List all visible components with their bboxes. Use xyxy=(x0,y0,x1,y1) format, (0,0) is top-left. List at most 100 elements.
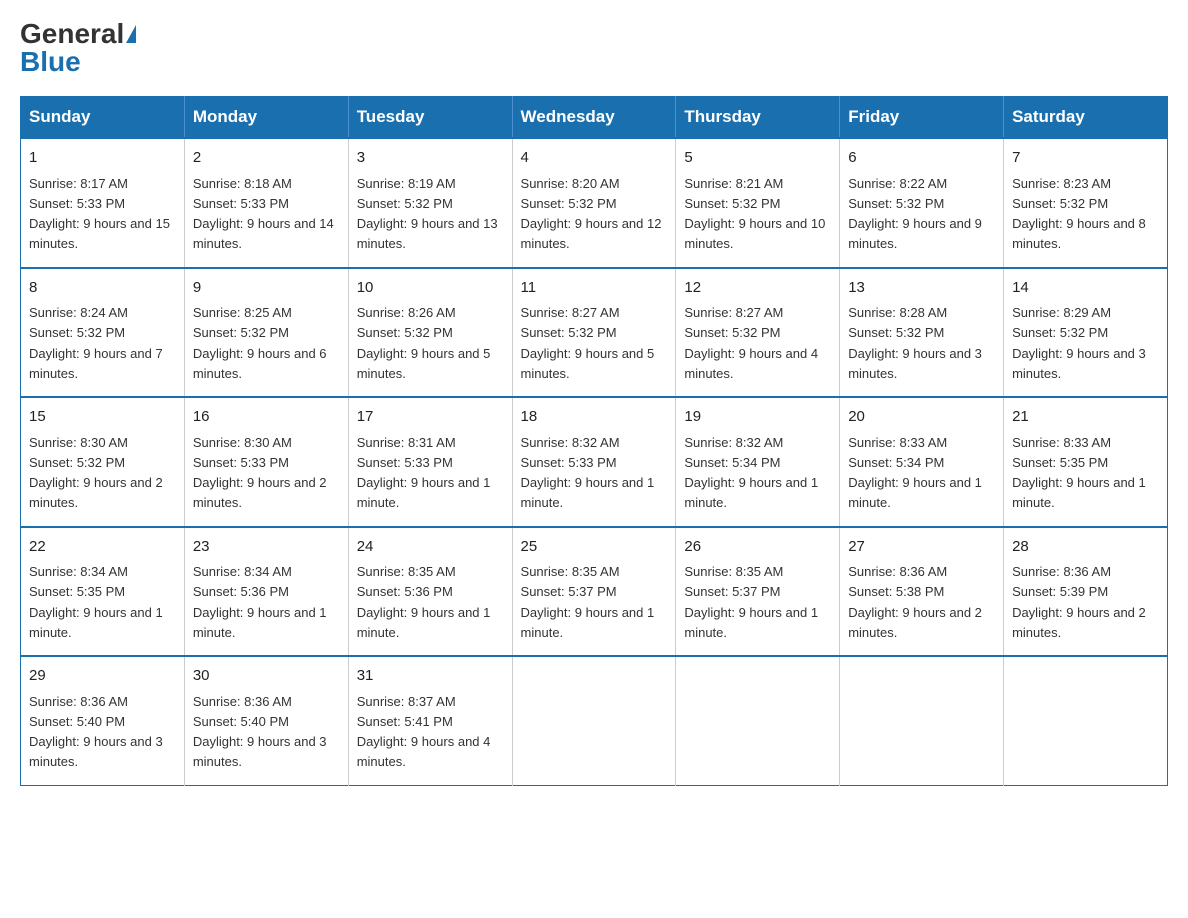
day-number: 12 xyxy=(684,277,831,300)
day-number: 25 xyxy=(521,536,668,559)
day-info: Sunrise: 8:18 AMSunset: 5:33 PMDaylight:… xyxy=(193,176,334,252)
day-number: 23 xyxy=(193,536,340,559)
calendar-cell xyxy=(1004,656,1168,785)
day-number: 16 xyxy=(193,406,340,429)
calendar-cell: 19 Sunrise: 8:32 AMSunset: 5:34 PMDaylig… xyxy=(676,397,840,527)
calendar-cell: 12 Sunrise: 8:27 AMSunset: 5:32 PMDaylig… xyxy=(676,268,840,398)
calendar-cell: 4 Sunrise: 8:20 AMSunset: 5:32 PMDayligh… xyxy=(512,138,676,268)
calendar-week-row: 1 Sunrise: 8:17 AMSunset: 5:33 PMDayligh… xyxy=(21,138,1168,268)
day-number: 8 xyxy=(29,277,176,300)
calendar-cell: 9 Sunrise: 8:25 AMSunset: 5:32 PMDayligh… xyxy=(184,268,348,398)
calendar-cell: 14 Sunrise: 8:29 AMSunset: 5:32 PMDaylig… xyxy=(1004,268,1168,398)
calendar-cell: 15 Sunrise: 8:30 AMSunset: 5:32 PMDaylig… xyxy=(21,397,185,527)
day-info: Sunrise: 8:25 AMSunset: 5:32 PMDaylight:… xyxy=(193,305,327,381)
day-number: 18 xyxy=(521,406,668,429)
day-info: Sunrise: 8:20 AMSunset: 5:32 PMDaylight:… xyxy=(521,176,662,252)
logo-general-text: General xyxy=(20,20,124,48)
page-header: General Blue xyxy=(20,20,1168,76)
calendar-cell xyxy=(676,656,840,785)
day-number: 24 xyxy=(357,536,504,559)
calendar-cell: 21 Sunrise: 8:33 AMSunset: 5:35 PMDaylig… xyxy=(1004,397,1168,527)
day-info: Sunrise: 8:28 AMSunset: 5:32 PMDaylight:… xyxy=(848,305,982,381)
day-number: 15 xyxy=(29,406,176,429)
day-number: 17 xyxy=(357,406,504,429)
day-info: Sunrise: 8:37 AMSunset: 5:41 PMDaylight:… xyxy=(357,694,491,770)
day-info: Sunrise: 8:35 AMSunset: 5:36 PMDaylight:… xyxy=(357,564,491,640)
calendar-week-row: 22 Sunrise: 8:34 AMSunset: 5:35 PMDaylig… xyxy=(21,527,1168,657)
day-info: Sunrise: 8:36 AMSunset: 5:38 PMDaylight:… xyxy=(848,564,982,640)
logo-triangle-icon xyxy=(126,25,136,43)
day-number: 14 xyxy=(1012,277,1159,300)
day-info: Sunrise: 8:31 AMSunset: 5:33 PMDaylight:… xyxy=(357,435,491,511)
calendar-cell xyxy=(512,656,676,785)
day-info: Sunrise: 8:17 AMSunset: 5:33 PMDaylight:… xyxy=(29,176,170,252)
day-number: 9 xyxy=(193,277,340,300)
calendar-cell: 7 Sunrise: 8:23 AMSunset: 5:32 PMDayligh… xyxy=(1004,138,1168,268)
day-info: Sunrise: 8:26 AMSunset: 5:32 PMDaylight:… xyxy=(357,305,491,381)
day-info: Sunrise: 8:32 AMSunset: 5:33 PMDaylight:… xyxy=(521,435,655,511)
calendar-cell: 31 Sunrise: 8:37 AMSunset: 5:41 PMDaylig… xyxy=(348,656,512,785)
calendar-cell: 26 Sunrise: 8:35 AMSunset: 5:37 PMDaylig… xyxy=(676,527,840,657)
calendar-cell: 27 Sunrise: 8:36 AMSunset: 5:38 PMDaylig… xyxy=(840,527,1004,657)
day-info: Sunrise: 8:35 AMSunset: 5:37 PMDaylight:… xyxy=(521,564,655,640)
calendar-cell: 1 Sunrise: 8:17 AMSunset: 5:33 PMDayligh… xyxy=(21,138,185,268)
calendar-cell: 13 Sunrise: 8:28 AMSunset: 5:32 PMDaylig… xyxy=(840,268,1004,398)
day-number: 21 xyxy=(1012,406,1159,429)
day-number: 4 xyxy=(521,147,668,170)
calendar-week-row: 8 Sunrise: 8:24 AMSunset: 5:32 PMDayligh… xyxy=(21,268,1168,398)
day-number: 30 xyxy=(193,665,340,688)
day-info: Sunrise: 8:30 AMSunset: 5:32 PMDaylight:… xyxy=(29,435,163,511)
day-number: 26 xyxy=(684,536,831,559)
day-info: Sunrise: 8:23 AMSunset: 5:32 PMDaylight:… xyxy=(1012,176,1146,252)
day-number: 20 xyxy=(848,406,995,429)
day-info: Sunrise: 8:27 AMSunset: 5:32 PMDaylight:… xyxy=(684,305,818,381)
col-header-friday: Friday xyxy=(840,97,1004,139)
day-number: 28 xyxy=(1012,536,1159,559)
day-number: 19 xyxy=(684,406,831,429)
col-header-saturday: Saturday xyxy=(1004,97,1168,139)
day-info: Sunrise: 8:30 AMSunset: 5:33 PMDaylight:… xyxy=(193,435,327,511)
day-info: Sunrise: 8:27 AMSunset: 5:32 PMDaylight:… xyxy=(521,305,655,381)
calendar-cell: 5 Sunrise: 8:21 AMSunset: 5:32 PMDayligh… xyxy=(676,138,840,268)
day-info: Sunrise: 8:34 AMSunset: 5:35 PMDaylight:… xyxy=(29,564,163,640)
logo-blue-text: Blue xyxy=(20,48,81,76)
day-number: 2 xyxy=(193,147,340,170)
calendar-cell: 24 Sunrise: 8:35 AMSunset: 5:36 PMDaylig… xyxy=(348,527,512,657)
calendar-cell: 2 Sunrise: 8:18 AMSunset: 5:33 PMDayligh… xyxy=(184,138,348,268)
calendar-week-row: 15 Sunrise: 8:30 AMSunset: 5:32 PMDaylig… xyxy=(21,397,1168,527)
day-info: Sunrise: 8:33 AMSunset: 5:35 PMDaylight:… xyxy=(1012,435,1146,511)
day-number: 22 xyxy=(29,536,176,559)
calendar-week-row: 29 Sunrise: 8:36 AMSunset: 5:40 PMDaylig… xyxy=(21,656,1168,785)
calendar-cell: 16 Sunrise: 8:30 AMSunset: 5:33 PMDaylig… xyxy=(184,397,348,527)
day-info: Sunrise: 8:35 AMSunset: 5:37 PMDaylight:… xyxy=(684,564,818,640)
calendar-cell: 10 Sunrise: 8:26 AMSunset: 5:32 PMDaylig… xyxy=(348,268,512,398)
day-number: 13 xyxy=(848,277,995,300)
day-number: 10 xyxy=(357,277,504,300)
calendar-cell xyxy=(840,656,1004,785)
day-info: Sunrise: 8:32 AMSunset: 5:34 PMDaylight:… xyxy=(684,435,818,511)
calendar-cell: 20 Sunrise: 8:33 AMSunset: 5:34 PMDaylig… xyxy=(840,397,1004,527)
col-header-wednesday: Wednesday xyxy=(512,97,676,139)
day-number: 5 xyxy=(684,147,831,170)
calendar-header-row: SundayMondayTuesdayWednesdayThursdayFrid… xyxy=(21,97,1168,139)
col-header-sunday: Sunday xyxy=(21,97,185,139)
calendar-cell: 30 Sunrise: 8:36 AMSunset: 5:40 PMDaylig… xyxy=(184,656,348,785)
day-info: Sunrise: 8:36 AMSunset: 5:39 PMDaylight:… xyxy=(1012,564,1146,640)
day-number: 3 xyxy=(357,147,504,170)
calendar-cell: 18 Sunrise: 8:32 AMSunset: 5:33 PMDaylig… xyxy=(512,397,676,527)
day-info: Sunrise: 8:22 AMSunset: 5:32 PMDaylight:… xyxy=(848,176,982,252)
calendar-cell: 28 Sunrise: 8:36 AMSunset: 5:39 PMDaylig… xyxy=(1004,527,1168,657)
day-number: 31 xyxy=(357,665,504,688)
day-info: Sunrise: 8:19 AMSunset: 5:32 PMDaylight:… xyxy=(357,176,498,252)
day-number: 29 xyxy=(29,665,176,688)
day-number: 11 xyxy=(521,277,668,300)
day-number: 6 xyxy=(848,147,995,170)
calendar-cell: 3 Sunrise: 8:19 AMSunset: 5:32 PMDayligh… xyxy=(348,138,512,268)
calendar-cell: 11 Sunrise: 8:27 AMSunset: 5:32 PMDaylig… xyxy=(512,268,676,398)
calendar-cell: 29 Sunrise: 8:36 AMSunset: 5:40 PMDaylig… xyxy=(21,656,185,785)
day-number: 7 xyxy=(1012,147,1159,170)
col-header-thursday: Thursday xyxy=(676,97,840,139)
calendar-cell: 23 Sunrise: 8:34 AMSunset: 5:36 PMDaylig… xyxy=(184,527,348,657)
day-number: 27 xyxy=(848,536,995,559)
col-header-monday: Monday xyxy=(184,97,348,139)
